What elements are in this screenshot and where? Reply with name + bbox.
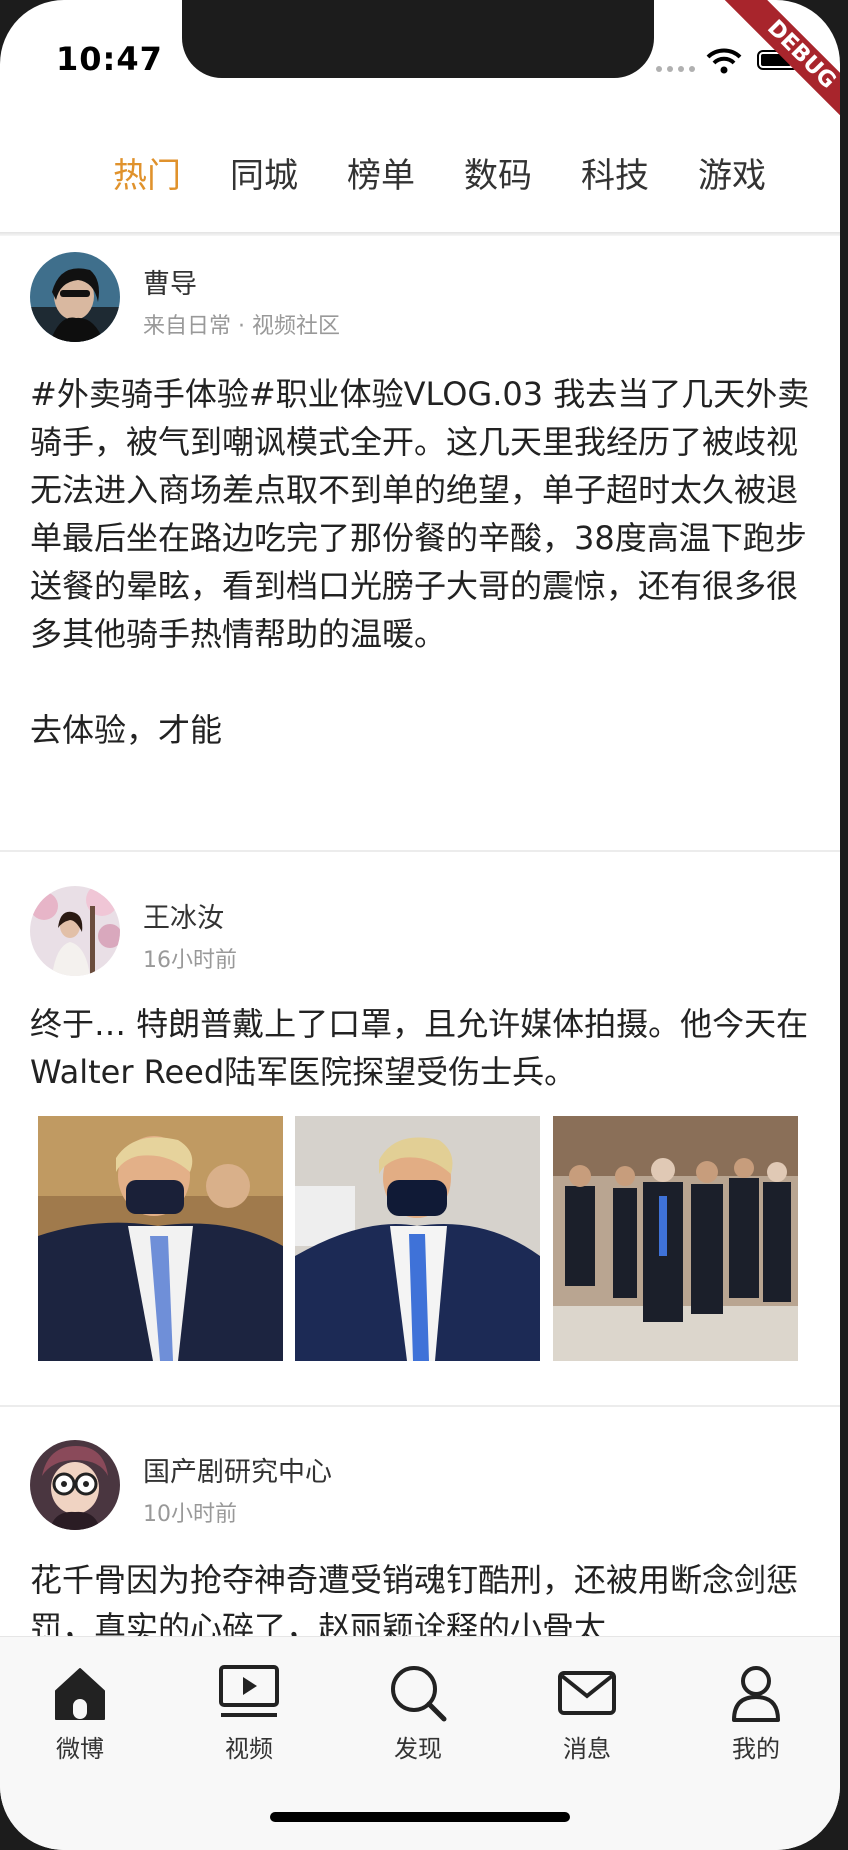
post-text: 终于… 特朗普戴上了口罩，且允许媒体拍摄。他今天在Walter Reed陆军医院… xyxy=(30,1005,809,1091)
post-image[interactable] xyxy=(38,1116,283,1361)
wifi-icon xyxy=(706,48,742,74)
home-indicator xyxy=(270,1812,570,1822)
feed-post[interactable]: 曹导 来自日常 · 视频社区 #外卖骑手体验#职业体验VLOG.03 我去当了几… xyxy=(0,250,840,850)
post-meta: 16小时前 xyxy=(143,948,237,973)
app-screen: 10:47 DEBUG 热门 同城 榜单 数码 科技 游戏 曹导 来自日常 · … xyxy=(0,0,840,1850)
post-image[interactable] xyxy=(295,1116,540,1361)
tab-local[interactable]: 同城 xyxy=(230,148,298,197)
tab-tech[interactable]: 科技 xyxy=(581,148,649,197)
nav-messages[interactable]: 消息 xyxy=(532,1663,642,1764)
tab-hot[interactable]: 热门 xyxy=(113,148,181,197)
nav-label: 我的 xyxy=(732,1735,780,1763)
category-tabs: 热门 同城 榜单 数码 科技 游戏 xyxy=(0,120,840,232)
post-author[interactable]: 王冰汝 xyxy=(143,896,224,935)
home-icon xyxy=(55,1668,105,1720)
post-image-grid xyxy=(38,1116,798,1361)
post-text: #外卖骑手体验#职业体验VLOG.03 我去当了几天外卖骑手，被气到嘲讽模式全开… xyxy=(30,375,810,749)
nav-profile[interactable]: 我的 xyxy=(701,1663,811,1764)
nav-label: 微博 xyxy=(56,1735,104,1763)
post-meta: 来自日常 · 视频社区 xyxy=(143,314,340,339)
feed-post[interactable]: 国产剧研究中心 10小时前 花千骨因为抢夺神奇遭受销魂钉酷刑，还被用断念剑惩罚，… xyxy=(0,1436,840,1647)
status-time: 10:47 xyxy=(56,40,163,78)
post-divider xyxy=(0,850,840,852)
tabs-divider xyxy=(0,232,840,236)
nav-label: 消息 xyxy=(563,1735,611,1763)
search-icon xyxy=(391,1666,447,1722)
feed-post[interactable]: 王冰汝 16小时前 终于… 特朗普戴上了口罩，且允许媒体拍摄。他今天在Walte… xyxy=(0,880,840,1405)
nav-discover[interactable]: 发现 xyxy=(363,1663,473,1764)
tab-digital[interactable]: 数码 xyxy=(464,148,532,197)
avatar[interactable] xyxy=(30,886,120,976)
post-author[interactable]: 国产剧研究中心 xyxy=(143,1450,332,1489)
tab-ranking[interactable]: 榜单 xyxy=(347,148,415,197)
post-author[interactable]: 曹导 xyxy=(143,262,197,301)
cellular-signal-icon xyxy=(656,66,695,72)
tab-games[interactable]: 游戏 xyxy=(698,148,766,197)
mail-icon xyxy=(558,1671,616,1715)
post-image[interactable] xyxy=(553,1116,798,1361)
avatar[interactable] xyxy=(30,252,120,342)
device-bezel xyxy=(840,0,848,1850)
video-icon xyxy=(219,1665,279,1717)
nav-label: 发现 xyxy=(394,1735,442,1763)
avatar[interactable] xyxy=(30,1440,120,1530)
nav-video[interactable]: 视频 xyxy=(194,1663,304,1764)
profile-icon xyxy=(732,1666,780,1722)
nav-label: 视频 xyxy=(225,1735,273,1763)
device-notch xyxy=(182,0,654,78)
nav-weibo[interactable]: 微博 xyxy=(25,1663,135,1764)
post-divider xyxy=(0,1405,840,1407)
post-meta: 10小时前 xyxy=(143,1502,237,1527)
